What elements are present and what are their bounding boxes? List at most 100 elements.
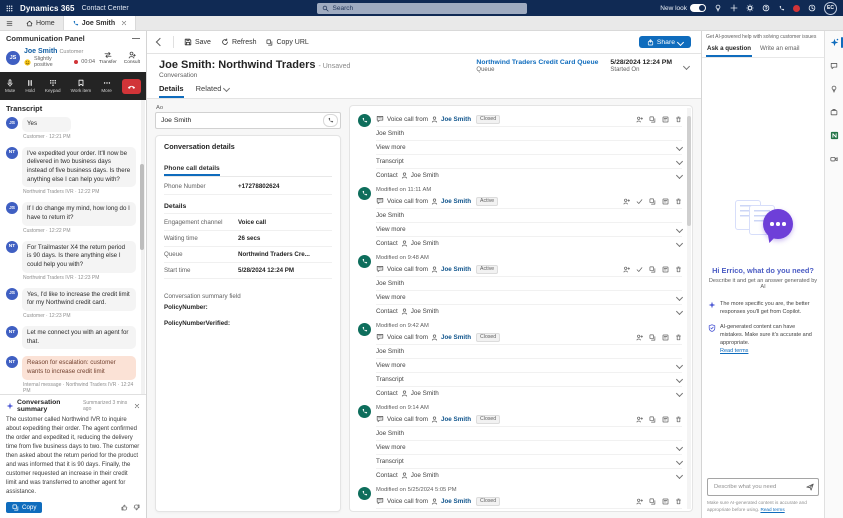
transcript-row[interactable]: Transcript: [376, 454, 682, 468]
settings-gear-icon[interactable]: [746, 4, 754, 12]
customer-name[interactable]: Joe SmithCustomer: [24, 48, 95, 55]
knowledge-search-icon[interactable]: [825, 108, 843, 116]
copy-summary-button[interactable]: Copy: [6, 502, 42, 513]
header-expand-icon[interactable]: [683, 62, 690, 69]
share-button[interactable]: Share: [639, 36, 691, 48]
dialer-phone-icon[interactable]: [778, 5, 785, 12]
lightbulb-icon[interactable]: [714, 4, 722, 12]
copy-icon[interactable]: [649, 498, 656, 505]
history-icon[interactable]: [808, 4, 816, 12]
tab-write-an-email[interactable]: Write an email: [759, 43, 800, 57]
copilot-prompt-input[interactable]: [712, 483, 806, 491]
assign-icon[interactable]: [636, 416, 643, 423]
read-terms-link[interactable]: Read terms: [720, 348, 748, 354]
save-button[interactable]: Save: [184, 38, 211, 46]
contact-link[interactable]: Joe Smith: [441, 116, 471, 123]
copilot-icon[interactable]: [825, 38, 843, 47]
more-button[interactable]: More: [101, 79, 111, 93]
customer-lookup-field[interactable]: Joe Smith: [155, 112, 341, 129]
open-record-icon[interactable]: [662, 266, 669, 273]
view-more-row[interactable]: View more: [376, 290, 682, 304]
toggle-switch[interactable]: [690, 4, 706, 12]
phone-call-details-tab[interactable]: Phone call details: [164, 165, 220, 176]
close-tab-icon[interactable]: [121, 20, 127, 26]
user-avatar[interactable]: EC: [824, 2, 837, 15]
help-icon[interactable]: [762, 4, 770, 12]
copilot-prompt-box[interactable]: [707, 478, 819, 496]
back-icon[interactable]: [156, 38, 164, 46]
assign-icon[interactable]: [636, 334, 643, 341]
refresh-button[interactable]: Refresh: [221, 38, 257, 46]
mark-complete-icon[interactable]: [636, 198, 643, 205]
queue-link[interactable]: Northwind Traders Credit Card Queue: [476, 59, 598, 66]
close-summary-icon[interactable]: [134, 403, 140, 409]
mute-button[interactable]: Mute: [5, 79, 15, 93]
copy-icon[interactable]: [649, 416, 656, 423]
onenote-icon[interactable]: [825, 131, 843, 140]
contact-link[interactable]: Joe Smith: [441, 266, 471, 273]
contact-link[interactable]: Joe Smith: [441, 416, 471, 423]
contact-row[interactable]: ContactJoe Smith: [376, 168, 682, 182]
send-icon[interactable]: [806, 483, 814, 491]
view-more-row[interactable]: View more: [376, 140, 682, 154]
open-record-icon[interactable]: [662, 198, 669, 205]
end-call-button[interactable]: [122, 79, 141, 94]
transcript-row[interactable]: Transcript: [376, 372, 682, 386]
mark-complete-icon[interactable]: [636, 266, 643, 273]
assign-icon[interactable]: [636, 116, 643, 123]
view-more-row[interactable]: View more: [376, 222, 682, 236]
open-record-icon[interactable]: [662, 116, 669, 123]
contact-link[interactable]: Joe Smith: [441, 334, 471, 341]
delete-icon[interactable]: [675, 334, 682, 341]
delete-icon[interactable]: [675, 498, 682, 505]
open-record-icon[interactable]: [662, 498, 669, 505]
tab-ask-a-question[interactable]: Ask a question: [706, 43, 752, 57]
tab-details[interactable]: Details: [159, 81, 184, 98]
open-record-icon[interactable]: [662, 416, 669, 423]
timeline-scrollbar[interactable]: [687, 108, 691, 509]
delete-icon[interactable]: [675, 416, 682, 423]
quick-create-icon[interactable]: [730, 4, 738, 12]
view-more-row[interactable]: View more: [376, 440, 682, 454]
contact-link[interactable]: Joe Smith: [411, 472, 439, 479]
transcript-scrollbar[interactable]: [141, 100, 145, 394]
delete-icon[interactable]: [675, 266, 682, 273]
new-look-toggle[interactable]: New look: [660, 4, 706, 12]
contact-link[interactable]: Joe Smith: [441, 498, 471, 505]
contact-row[interactable]: ContactJoe Smith: [376, 468, 682, 482]
session-menu-icon[interactable]: [6, 20, 13, 27]
contact-link[interactable]: Joe Smith: [441, 198, 471, 205]
consult-button[interactable]: Consult: [124, 51, 140, 65]
thumbs-down-icon[interactable]: [133, 504, 140, 511]
copy-icon[interactable]: [649, 198, 656, 205]
delete-icon[interactable]: [675, 116, 682, 123]
thumbs-up-icon[interactable]: [121, 504, 128, 511]
work-item-button[interactable]: Work item: [71, 79, 92, 93]
minimize-panel-icon[interactable]: —: [132, 34, 140, 43]
tab-home[interactable]: Home: [18, 16, 63, 30]
copy-icon[interactable]: [649, 116, 656, 123]
copy-url-button[interactable]: Copy URL: [266, 39, 308, 46]
contact-link[interactable]: Joe Smith: [411, 308, 439, 315]
knowledge-suggestions-icon[interactable]: [825, 85, 843, 93]
contact-link[interactable]: Joe Smith: [411, 172, 439, 179]
assign-icon[interactable]: [636, 498, 643, 505]
contact-row[interactable]: ContactJoe Smith: [376, 386, 682, 400]
agent-scripts-icon[interactable]: [825, 62, 843, 70]
presence-busy-dot[interactable]: [793, 5, 800, 12]
transfer-button[interactable]: Transfer: [99, 51, 117, 65]
app-launcher-icon[interactable]: [6, 5, 13, 12]
hold-button[interactable]: Hold: [25, 79, 34, 93]
contact-row[interactable]: ContactJoe Smith: [376, 236, 682, 250]
assign-icon[interactable]: [623, 198, 630, 205]
view-more-row[interactable]: View more: [376, 358, 682, 372]
contact-link[interactable]: Joe Smith: [411, 390, 439, 397]
media-icon[interactable]: [825, 155, 843, 163]
open-record-icon[interactable]: [662, 334, 669, 341]
tab-joe-smith[interactable]: Joe Smith: [63, 16, 136, 30]
contact-link[interactable]: Joe Smith: [411, 240, 439, 247]
call-button[interactable]: [323, 114, 338, 127]
delete-icon[interactable]: [675, 198, 682, 205]
read-terms-link[interactable]: Read terms: [760, 507, 784, 512]
tab-related[interactable]: Related: [196, 81, 230, 98]
